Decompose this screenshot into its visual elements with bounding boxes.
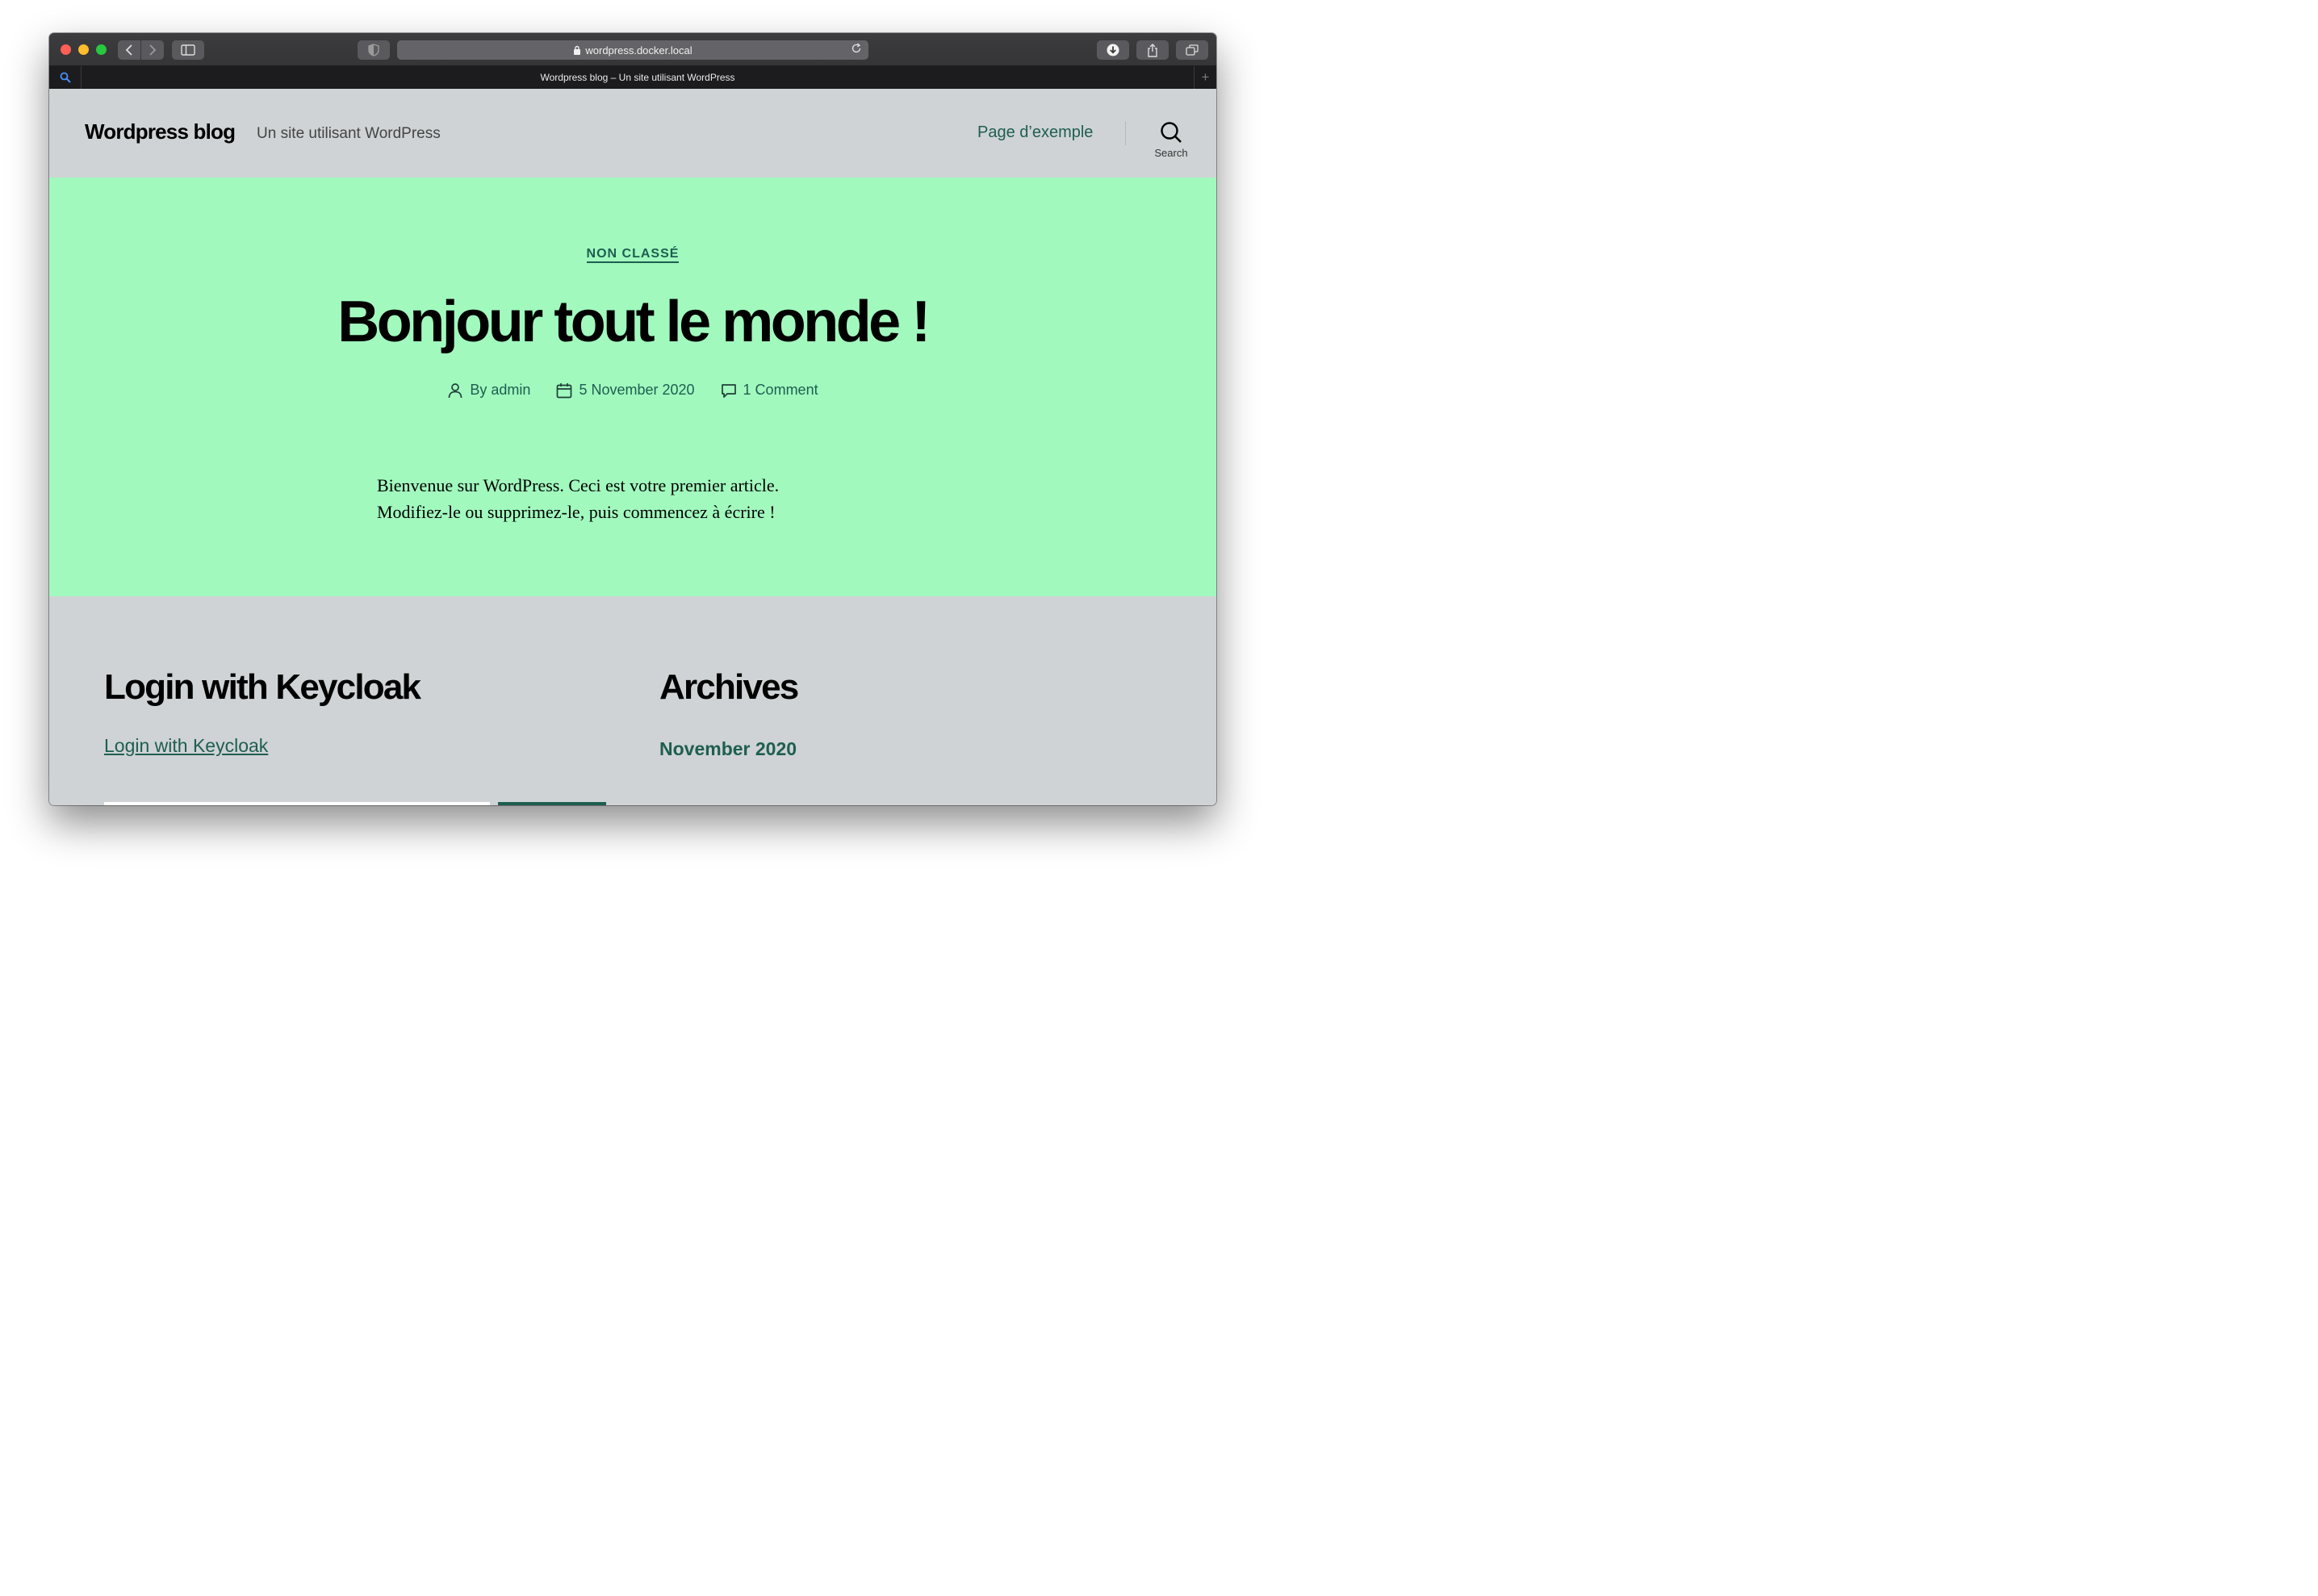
site-header: Wordpress blog Un site utilisant WordPre… <box>49 89 1216 178</box>
header-divider <box>1125 121 1126 145</box>
site-title[interactable]: Wordpress blog <box>85 119 236 144</box>
date-text: 5 November 2020 <box>579 382 695 398</box>
address-bar[interactable]: wordpress.docker.local <box>397 40 868 60</box>
browser-window: wordpress.docker.local Wordpress blog – … <box>49 33 1216 805</box>
nav-link-sample-page[interactable]: Page d’exemple <box>977 123 1093 142</box>
archives-widget-title: Archives <box>659 667 799 707</box>
widget-search-button[interactable] <box>498 802 606 805</box>
post-title: Bonjour tout le monde ! <box>337 290 931 354</box>
web-page: Wordpress blog Un site utilisant WordPre… <box>49 89 1216 805</box>
author-text: By admin <box>470 382 531 398</box>
site-description: Un site utilisant WordPress <box>257 125 441 142</box>
post-category: NON CLASSÉ <box>49 247 1216 263</box>
lock-icon <box>574 45 581 55</box>
active-tab[interactable]: Wordpress blog – Un site utilisant WordP… <box>82 66 1194 89</box>
share-button[interactable] <box>1136 40 1169 60</box>
comments-text: 1 Comment <box>743 382 818 398</box>
post-content: Bienvenue sur WordPress. Ceci est votre … <box>377 472 861 525</box>
post-meta: By admin 5 November 2020 1 Comment <box>49 382 1216 399</box>
close-window-icon[interactable] <box>61 44 71 55</box>
tab-bar: Wordpress blog – Un site utilisant WordP… <box>49 66 1216 89</box>
post-comments[interactable]: 1 Comment <box>721 382 818 399</box>
login-keycloak-link[interactable]: Login with Keycloak <box>104 735 268 757</box>
post-date[interactable]: 5 November 2020 <box>556 382 695 399</box>
post-author[interactable]: By admin <box>447 382 530 399</box>
archive-link-november-2020[interactable]: November 2020 <box>659 738 797 760</box>
tabs-icon <box>1186 44 1199 56</box>
category-link[interactable]: NON CLASSÉ <box>586 247 680 263</box>
reload-icon[interactable] <box>851 43 862 56</box>
tab-overview-button[interactable] <box>1176 40 1208 60</box>
plus-icon[interactable]: + <box>1194 66 1216 89</box>
login-widget-title: Login with Keycloak <box>104 667 421 707</box>
browser-toolbar: wordpress.docker.local <box>49 33 1216 66</box>
search-icon <box>1161 122 1182 143</box>
comment-icon <box>721 383 736 398</box>
footer-widgets: Login with Keycloak Login with Keycloak … <box>49 596 1216 805</box>
url-text: wordpress.docker.local <box>585 44 692 56</box>
downloads-button[interactable] <box>1097 40 1129 60</box>
share-icon <box>1148 43 1157 57</box>
forward-icon <box>149 44 157 56</box>
sidebar-icon <box>181 44 195 56</box>
search-label: Search <box>1154 147 1188 159</box>
user-icon <box>449 382 462 398</box>
tab-search-icon[interactable] <box>49 66 82 89</box>
post-hero: NON CLASSÉ Bonjour tout le monde ! By ad… <box>49 178 1216 596</box>
minimize-window-icon[interactable] <box>78 44 89 55</box>
post-body-line: Modifiez-le ou supprimez-le, puis commen… <box>377 502 776 522</box>
calendar-icon <box>557 382 572 398</box>
privacy-report-button[interactable] <box>358 40 390 60</box>
back-button[interactable] <box>118 40 140 60</box>
forward-button[interactable] <box>141 40 164 60</box>
maximize-window-icon[interactable] <box>96 44 107 55</box>
back-icon <box>125 44 132 56</box>
sidebar-button[interactable] <box>172 40 204 60</box>
shield-icon <box>368 44 379 56</box>
post-body-line: Bienvenue sur WordPress. Ceci est votre … <box>377 475 780 495</box>
download-icon <box>1107 44 1119 56</box>
widget-search-input[interactable] <box>104 802 490 805</box>
search-toggle-button[interactable]: Search <box>1147 121 1195 159</box>
